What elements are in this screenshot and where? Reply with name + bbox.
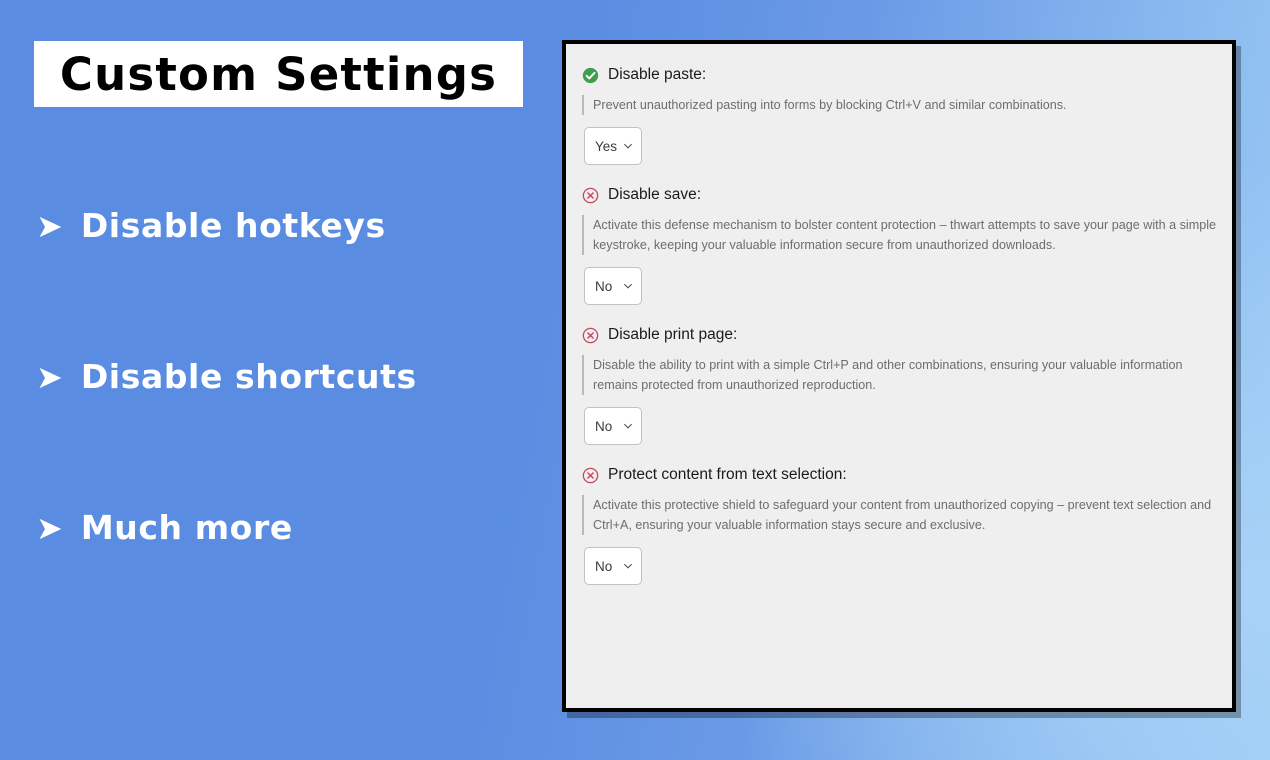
arrow-bullet-icon: ➤ xyxy=(36,207,63,245)
x-circle-icon xyxy=(582,327,599,343)
left-marketing-panel: Custom Settings ➤ Disable hotkeys ➤ Disa… xyxy=(0,0,545,760)
check-circle-icon xyxy=(582,67,599,83)
setting-title: Disable save: xyxy=(608,186,702,203)
setting-description: Activate this protective shield to safeg… xyxy=(582,495,1218,535)
arrow-bullet-icon: ➤ xyxy=(36,358,63,396)
disable-paste-select[interactable]: Yes xyxy=(584,127,642,165)
settings-panel: Disable paste: Prevent unauthorized past… xyxy=(562,40,1236,712)
select-wrapper: Yes xyxy=(582,127,642,165)
feature-list-item: ➤ Much more xyxy=(36,505,293,551)
feature-label: Disable shortcuts xyxy=(80,357,417,396)
setting-block-protect-content-text-selection: Protect content from text selection: Act… xyxy=(580,466,1218,585)
setting-block-disable-print-page: Disable print page: Disable the ability … xyxy=(580,326,1218,445)
select-wrapper: No xyxy=(582,547,642,585)
setting-title: Disable print page: xyxy=(608,326,738,343)
setting-header: Disable paste: xyxy=(580,66,1218,84)
disable-print-page-select[interactable]: No xyxy=(584,407,642,445)
setting-description: Disable the ability to print with a simp… xyxy=(582,355,1218,395)
setting-title: Disable paste: xyxy=(608,66,707,83)
setting-block-disable-save: Disable save: Activate this defense mech… xyxy=(580,186,1218,305)
setting-header: Protect content from text selection: xyxy=(580,466,1218,484)
select-wrapper: No xyxy=(582,267,642,305)
x-circle-icon xyxy=(582,467,599,483)
setting-description: Prevent unauthorized pasting into forms … xyxy=(582,95,1218,115)
feature-label: Disable hotkeys xyxy=(80,206,386,245)
setting-description: Activate this defense mechanism to bolst… xyxy=(582,215,1218,255)
x-circle-icon xyxy=(582,187,599,203)
setting-title: Protect content from text selection: xyxy=(608,466,847,483)
feature-list-item: ➤ Disable shortcuts xyxy=(36,354,417,400)
select-wrapper: No xyxy=(582,407,642,445)
protect-content-text-selection-select[interactable]: No xyxy=(584,547,642,585)
page-title: Custom Settings xyxy=(59,47,498,101)
setting-block-disable-paste: Disable paste: Prevent unauthorized past… xyxy=(580,66,1218,165)
arrow-bullet-icon: ➤ xyxy=(36,509,63,547)
feature-label: Much more xyxy=(80,508,293,547)
setting-header: Disable save: xyxy=(580,186,1218,204)
disable-save-select[interactable]: No xyxy=(584,267,642,305)
setting-header: Disable print page: xyxy=(580,326,1218,344)
feature-list-item: ➤ Disable hotkeys xyxy=(36,203,386,249)
title-box: Custom Settings xyxy=(34,41,523,107)
